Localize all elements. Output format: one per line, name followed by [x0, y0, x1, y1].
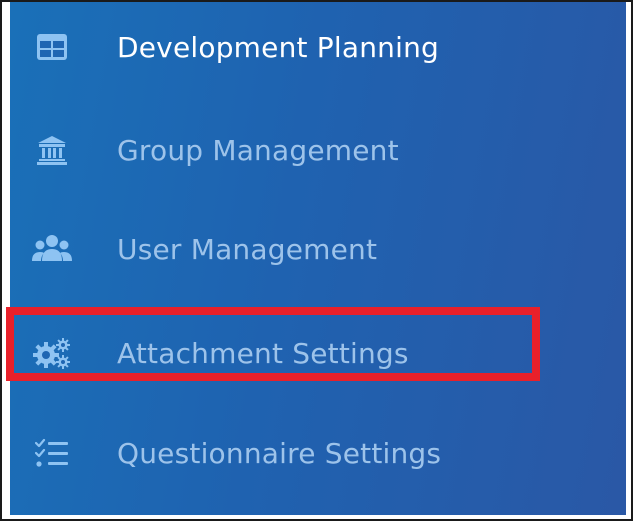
sidebar-item-label: Group Management: [117, 133, 399, 167]
institution-icon: [32, 130, 72, 170]
sidebar-menu: Development Planning Group Management Us…: [6, 2, 626, 515]
cogs-icon: [32, 333, 72, 373]
users-icon: [32, 229, 72, 269]
sidebar-item-label: Questionnaire Settings: [117, 436, 442, 470]
sidebar-item-label: User Management: [117, 232, 378, 266]
grid-table-icon: [32, 27, 72, 67]
sidebar-item-development-planning[interactable]: Development Planning: [10, 7, 626, 87]
sidebar-item-label: Development Planning: [117, 30, 440, 64]
sidebar-item-label: Attachment Settings: [117, 336, 409, 370]
sidebar-item-questionnaire-settings[interactable]: Questionnaire Settings: [10, 413, 626, 493]
screenshot-frame: Development Planning Group Management Us…: [0, 0, 633, 521]
checklist-icon: [32, 433, 72, 473]
sidebar-item-attachment-settings[interactable]: Attachment Settings: [6, 307, 626, 393]
sidebar-item-user-management[interactable]: User Management: [10, 209, 626, 289]
sidebar-item-group-management[interactable]: Group Management: [10, 110, 626, 190]
